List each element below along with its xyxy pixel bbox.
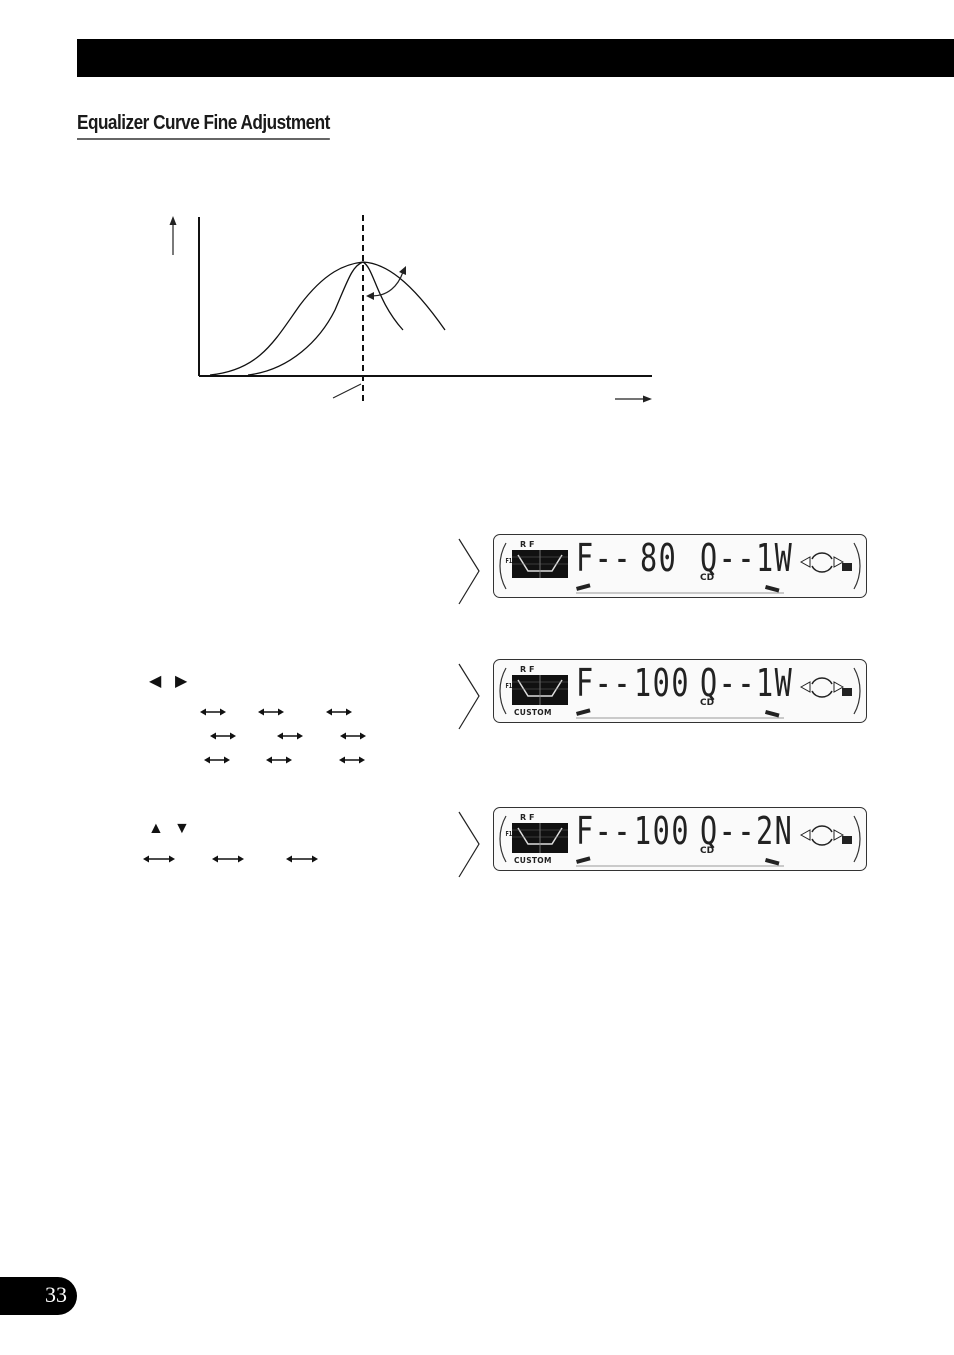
step-pointer-icon — [458, 538, 480, 605]
curved-double-arrow — [366, 266, 406, 300]
custom-indicator: CUSTOM — [514, 708, 552, 717]
source-cd-indicator: CD — [700, 846, 715, 856]
f1-indicator: F1 — [505, 557, 513, 565]
q-label: Q-- — [700, 661, 756, 705]
section-title: Equalizer Curve Fine Adjustment — [77, 112, 330, 140]
down-arrow-button-icon: ▼ — [174, 820, 190, 837]
eq-curve-diagram — [169, 215, 652, 405]
freq-value: 100 — [634, 661, 690, 705]
header-bar — [77, 39, 954, 77]
freq-label: F-- — [576, 536, 632, 580]
step-pointer-icon — [458, 663, 480, 730]
left-arrow-button-icon: ◀ — [149, 673, 162, 690]
q-label: Q-- — [700, 809, 756, 853]
q-value: 1W — [756, 661, 794, 705]
q-value: 1W — [756, 536, 794, 580]
double-arrow-icon — [204, 756, 230, 764]
right-arrow-button-icon: ▶ — [175, 673, 188, 690]
rf-indicator: R F — [520, 813, 535, 822]
freq-value: 80 — [640, 536, 678, 580]
q-value: 2N — [756, 809, 794, 853]
lcd-display-step-1: R F F1 F-- 80 Q-- 1W CD — [457, 534, 869, 605]
page-number-tab: 33 — [0, 1277, 77, 1315]
double-arrow-icon — [340, 732, 366, 740]
lcd-panel: R F F1 F-- 80 Q-- 1W CD — [493, 534, 867, 598]
freq-label: F-- — [576, 809, 632, 853]
lcd-graphics — [499, 542, 861, 594]
double-arrow-icon — [339, 756, 365, 764]
page-number: 33 — [45, 1282, 67, 1307]
double-arrow-icon — [200, 708, 226, 716]
freq-value: 100 — [634, 809, 690, 853]
q-label: Q-- — [700, 536, 756, 580]
double-arrow-icon — [210, 732, 236, 740]
lcd-display-step-2: R F F1 CUSTOM F-- 100 Q-- 1W CD — [457, 659, 869, 730]
lcd-display-step-3: R F F1 CUSTOM F-- 100 Q-- 2N CD — [457, 807, 869, 878]
wide-q-curve — [209, 261, 446, 376]
x-axis-right-arrow — [615, 395, 652, 403]
rf-indicator: R F — [520, 665, 535, 674]
f1-indicator: F1 — [505, 830, 513, 838]
f1-indicator: F1 — [505, 682, 513, 690]
double-arrow-icon — [326, 708, 352, 716]
lcd-panel: R F F1 CUSTOM F-- 100 Q-- 2N CD — [493, 807, 867, 871]
custom-indicator: CUSTOM — [514, 856, 552, 865]
double-arrow-icon — [286, 855, 318, 863]
double-arrow-icon — [277, 732, 303, 740]
source-cd-indicator: CD — [700, 698, 715, 708]
step-pointer-icon — [458, 811, 480, 878]
double-arrow-icon — [258, 708, 284, 716]
double-arrow-icon — [266, 756, 292, 764]
narrow-q-curve — [247, 261, 404, 376]
rf-indicator: R F — [520, 540, 535, 549]
double-arrow-icon — [212, 855, 244, 863]
y-axis-up-arrow — [169, 216, 177, 255]
freq-label: F-- — [576, 661, 632, 705]
center-frequency-pointer — [332, 383, 362, 399]
source-cd-indicator: CD — [700, 573, 715, 583]
up-arrow-button-icon: ▲ — [148, 820, 164, 837]
double-arrow-icon — [143, 855, 175, 863]
lcd-panel: R F F1 CUSTOM F-- 100 Q-- 1W CD — [493, 659, 867, 723]
